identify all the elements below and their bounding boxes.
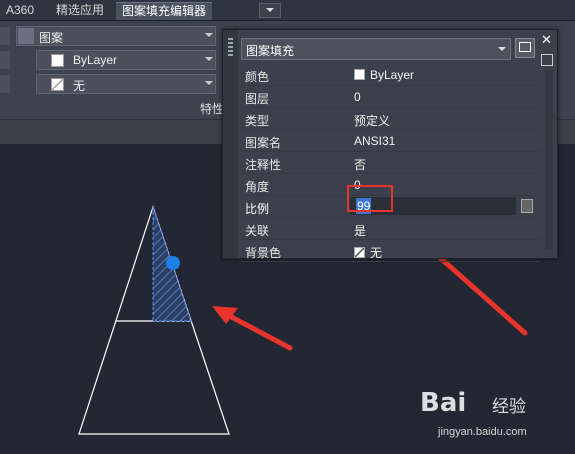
hatch-color-label: ByLayer [73, 53, 118, 67]
tab-featured-apps[interactable]: 精选应用 [50, 2, 110, 19]
property-name: 注释性 [245, 158, 282, 172]
hatch-pattern-icon [18, 28, 34, 44]
hatch-type-label: 图案 [39, 31, 64, 45]
watermark-url: jingyan.baidu.com [438, 426, 527, 438]
hatch-color-dropdown[interactable]: ByLayer [36, 50, 216, 70]
red-arrow-hatch [212, 306, 293, 351]
property-value: ByLayer [370, 68, 415, 82]
property-name: 背景色 [245, 246, 282, 260]
background-color-label: 无 [73, 79, 86, 93]
close-icon[interactable]: ✕ [541, 32, 552, 48]
quick-select-icon[interactable] [515, 38, 535, 58]
hatch-type-dropdown[interactable]: 图案 [16, 26, 216, 46]
property-name: 角度 [245, 180, 270, 194]
property-name: 关联 [245, 224, 270, 238]
color-swatch-icon [51, 54, 64, 67]
property-row-annotative[interactable]: 注释性 否 [241, 152, 541, 174]
red-highlight-box [347, 185, 393, 212]
background-color-icon [51, 78, 64, 91]
property-row-pattern-name[interactable]: 图案名 ANSI31 [241, 130, 541, 152]
pin-icon[interactable] [541, 54, 553, 66]
property-value: 否 [354, 158, 367, 172]
property-value: 无 [370, 246, 383, 260]
property-value: 预定义 [354, 114, 391, 128]
background-color-icon [354, 247, 365, 258]
chevron-down-icon [205, 81, 213, 89]
ribbon-panel-label: 特性 [200, 102, 225, 116]
palette-scrollbar[interactable] [545, 70, 553, 250]
property-row-background-color[interactable]: 背景色 无 [241, 240, 541, 262]
property-name: 颜色 [245, 70, 270, 84]
palette-drag-handle[interactable] [223, 30, 238, 258]
property-row-associative[interactable]: 关联 是 [241, 218, 541, 240]
property-name: 图层 [245, 92, 270, 106]
color-swatch-icon [354, 69, 365, 80]
chevron-down-icon [205, 33, 213, 41]
property-name: 图案名 [245, 136, 282, 150]
tab-a360[interactable]: A360 [0, 2, 40, 19]
tab-hatch-editor[interactable]: 图案填充编辑器 [116, 2, 213, 20]
object-type-label: 图案填充 [246, 44, 295, 58]
chevron-down-icon [498, 47, 506, 55]
property-value: 是 [354, 224, 367, 238]
properties-palette: 图案填充 ✕ 颜色 ByLayer 图层 0 类型 预定义 图案名 ANSI31… [222, 29, 558, 262]
property-row-layer[interactable]: 图层 0 [241, 86, 541, 108]
background-color-dropdown[interactable]: 无 [36, 74, 216, 94]
watermark-logo-text: Bai [420, 388, 467, 418]
ribbon-options-icon[interactable] [259, 3, 281, 18]
calculator-icon[interactable] [521, 199, 533, 213]
property-row-color[interactable]: 颜色 ByLayer [241, 64, 541, 86]
baidu-watermark: Bai 经验 jingyan.baidu.com [420, 380, 570, 450]
property-value: ANSI31 [354, 134, 396, 148]
property-table: 颜色 ByLayer 图层 0 类型 预定义 图案名 ANSI31 注释性 否 … [241, 64, 541, 262]
ribbon-left-icon[interactable] [0, 27, 10, 45]
object-type-dropdown[interactable]: 图案填充 [241, 38, 511, 60]
hatch-grip-handle[interactable] [166, 256, 180, 270]
property-name: 比例 [245, 202, 270, 216]
property-value: 0 [354, 90, 361, 104]
property-name: 类型 [245, 114, 270, 128]
ribbon-left-icon[interactable] [0, 51, 10, 69]
ribbon-tab-bar: A360 精选应用 图案填充编辑器 [0, 0, 575, 21]
chevron-down-icon [205, 57, 213, 65]
watermark-sub-text: 经验 [492, 397, 526, 416]
ribbon-left-icon[interactable] [0, 75, 10, 93]
property-row-type[interactable]: 类型 预定义 [241, 108, 541, 130]
